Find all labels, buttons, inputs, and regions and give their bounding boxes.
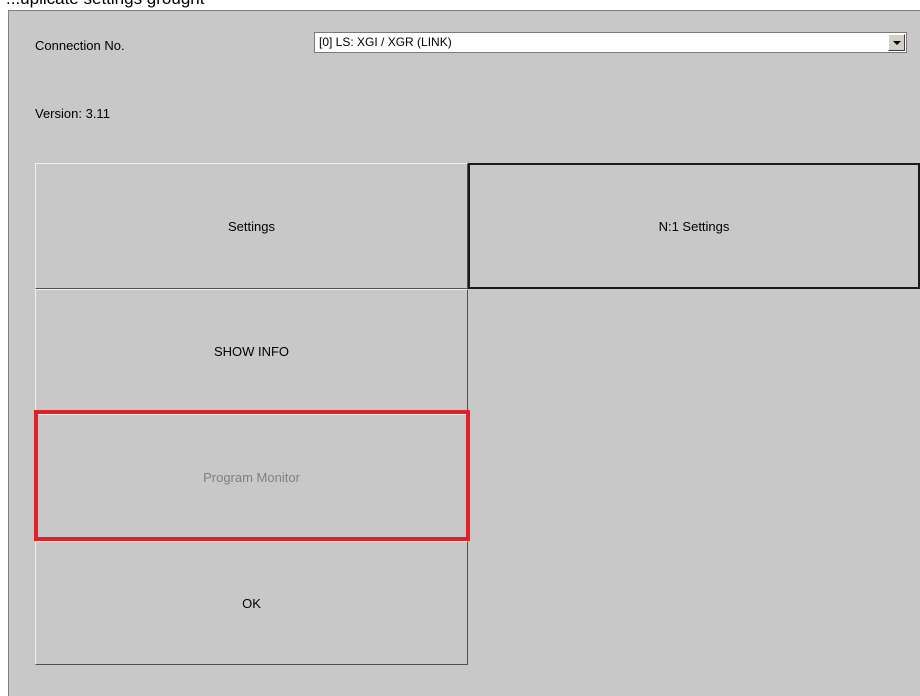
program-monitor-button[interactable]: Program Monitor (35, 414, 468, 541)
connection-select[interactable]: [0] LS: XGI / XGR (LINK) (314, 32, 907, 53)
show-info-button-label: SHOW INFO (213, 344, 290, 359)
ok-button[interactable]: OK (35, 541, 468, 665)
settings-panel: Connection No. [0] LS: XGI / XGR (LINK) … (8, 10, 920, 696)
settings-button[interactable]: Settings (35, 163, 468, 289)
chevron-down-icon[interactable] (888, 34, 905, 51)
connection-label: Connection No. (35, 38, 125, 53)
top-strip: ...uplicate settings grought (0, 0, 920, 10)
version-label: Version: 3.11 (35, 106, 110, 121)
show-info-button[interactable]: SHOW INFO (35, 289, 468, 414)
n1-settings-button[interactable]: N:1 Settings (468, 163, 920, 289)
program-monitor-button-label: Program Monitor (203, 470, 300, 485)
n1-settings-button-label: N:1 Settings (658, 218, 730, 234)
cropped-caption: ...uplicate settings grought (6, 0, 204, 9)
ok-button-label: OK (242, 595, 261, 611)
settings-button-label: Settings (228, 218, 275, 234)
connection-select-value: [0] LS: XGI / XGR (LINK) (319, 35, 452, 49)
